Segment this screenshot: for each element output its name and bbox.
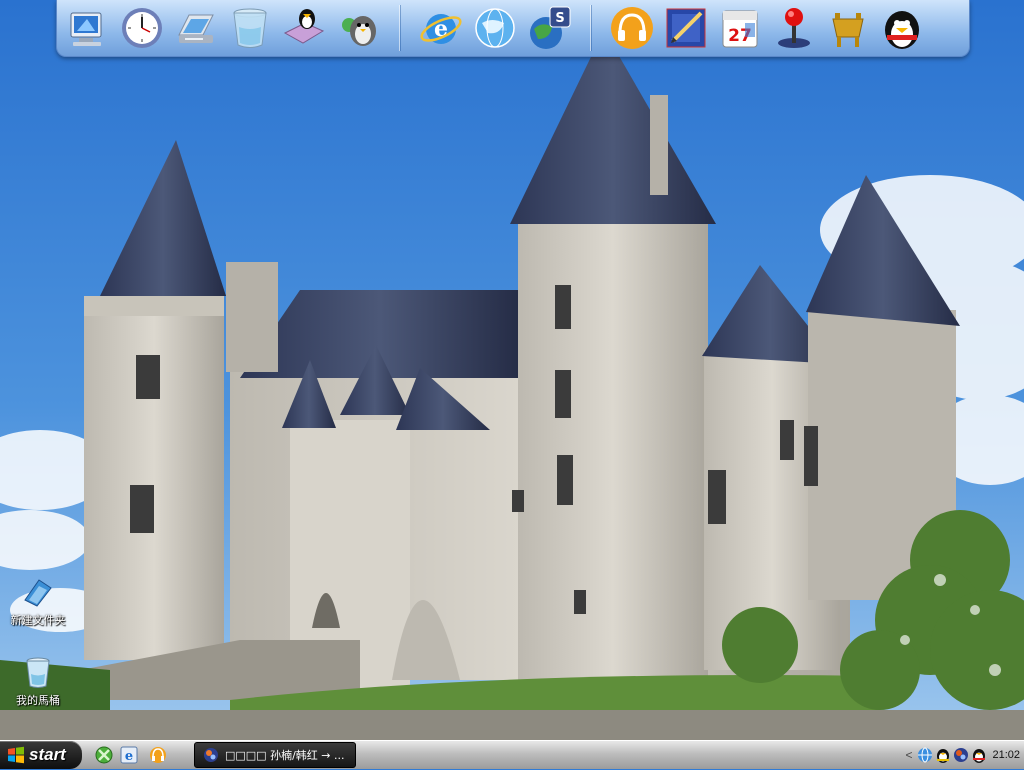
- my-computer-icon[interactable]: [63, 3, 113, 53]
- qq-users-icon[interactable]: [333, 3, 383, 53]
- recycle-bin-icon: [26, 657, 50, 688]
- qq-tray-icon[interactable]: [935, 747, 951, 763]
- taskbar: start e □□□□ 孙楠/韩红 → ... < 21:02: [0, 740, 1024, 769]
- dock-group-internet: e S: [414, 0, 576, 56]
- qq-penguin-icon[interactable]: [877, 3, 927, 53]
- desktop-icon-label: 新建文件夹: [10, 614, 66, 627]
- calendar-icon[interactable]: 27: [715, 3, 765, 53]
- windows-logo-icon: [8, 746, 24, 764]
- desktop-icon-label: 我的馬桶: [16, 694, 60, 707]
- dock-separator: [399, 5, 400, 51]
- headphones-icon[interactable]: [607, 3, 657, 53]
- notepad-pencil-icon[interactable]: [661, 3, 711, 53]
- scanner-icon[interactable]: [171, 3, 221, 53]
- network-globe-icon[interactable]: [470, 3, 520, 53]
- svg-text:S: S: [555, 11, 564, 26]
- start-button[interactable]: start: [0, 741, 82, 769]
- start-label: start: [29, 745, 66, 764]
- dock-group-system: [57, 0, 385, 56]
- castle-wallpaper: [0, 0, 1024, 740]
- clock-icon[interactable]: [117, 3, 167, 53]
- taskbar-task-media-player[interactable]: □□□□ 孙楠/韩红 → ...: [194, 742, 356, 768]
- desktop-icon-recycle-bin[interactable]: 我的馬桶: [0, 656, 76, 708]
- chinese-cauldron-icon[interactable]: [823, 3, 873, 53]
- task-label: □□□□ 孙楠/韩红 → ...: [225, 749, 345, 762]
- network-globe-tray-icon[interactable]: [917, 747, 933, 763]
- qq-penguin-tray-icon[interactable]: [971, 747, 987, 763]
- system-tray: < 21:02: [896, 741, 1024, 769]
- svg-text:e: e: [125, 749, 133, 764]
- xbox-icon[interactable]: [94, 745, 114, 765]
- headphones-quick-icon[interactable]: [148, 745, 168, 765]
- joystick-icon[interactable]: [769, 3, 819, 53]
- new-folder-icon: [24, 579, 52, 607]
- dock-separator: [590, 5, 591, 51]
- dock-group-apps: 27: [605, 0, 929, 56]
- ftp-globe-icon[interactable]: S: [524, 3, 574, 53]
- qq-penguin-book-icon[interactable]: [279, 3, 329, 53]
- ie-quick-icon[interactable]: e: [119, 745, 139, 765]
- top-dock: e S 27: [56, 0, 970, 57]
- recycle-bin-icon[interactable]: [225, 3, 275, 53]
- media-tray-icon[interactable]: [953, 747, 969, 763]
- desktop-icon-new-folder[interactable]: 新建文件夹: [0, 576, 76, 628]
- media-player-icon: [204, 748, 218, 762]
- internet-explorer-icon[interactable]: e: [416, 3, 466, 53]
- tray-expand-chevron[interactable]: <: [905, 748, 912, 762]
- system-clock[interactable]: 21:02: [992, 749, 1020, 761]
